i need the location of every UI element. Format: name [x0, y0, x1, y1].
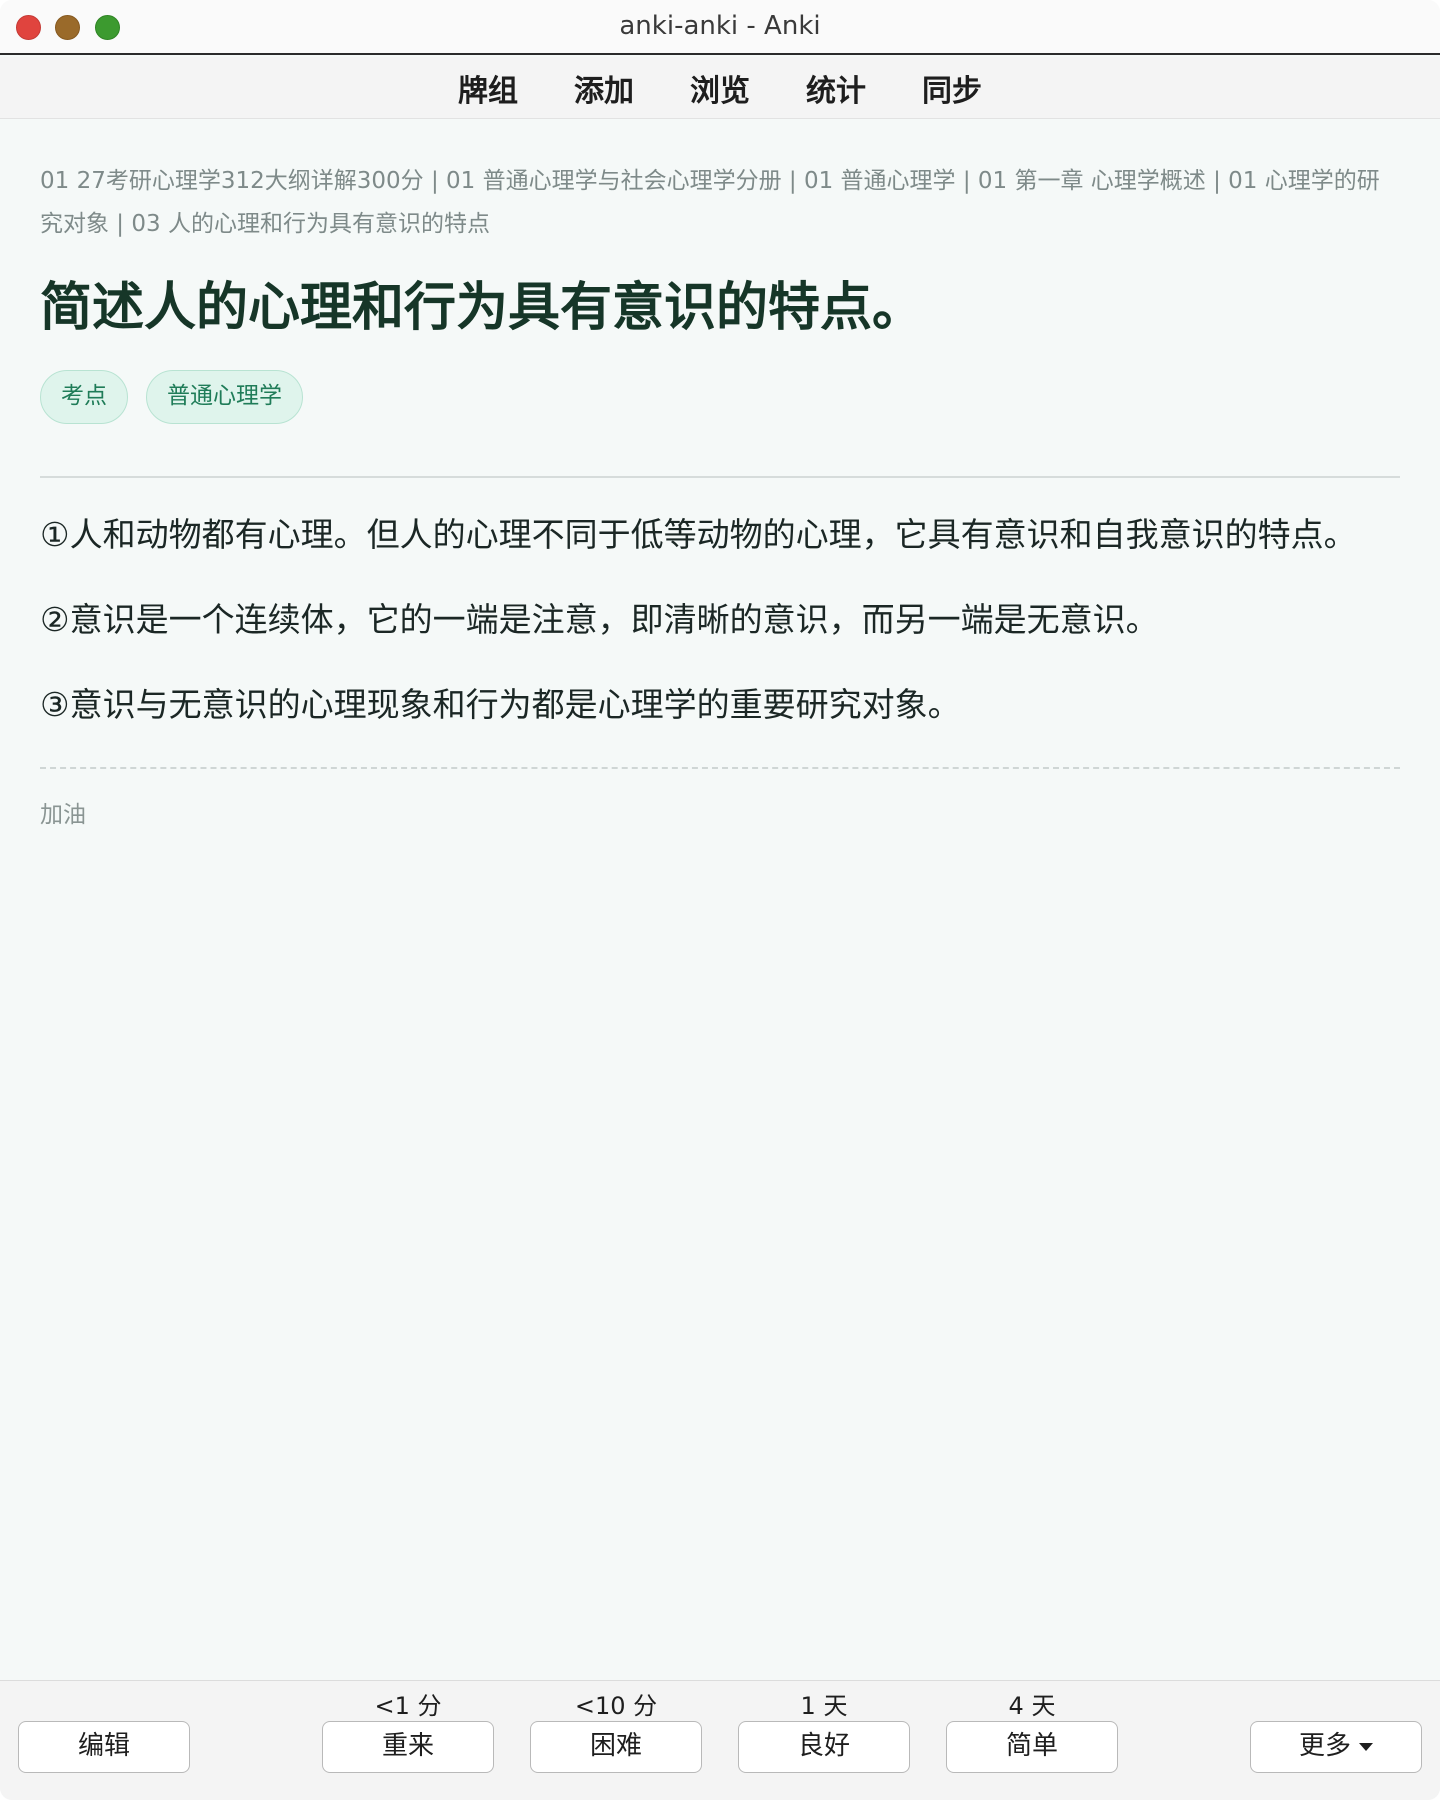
- answer-point: ②意识是一个连续体，它的一端是注意，即清晰的意识，而另一端是无意识。: [40, 600, 1159, 639]
- nav-add[interactable]: 添加: [546, 66, 662, 110]
- tag-chip: 考点: [40, 370, 128, 424]
- anki-window: anki-anki - Anki 牌组 添加 浏览 统计 同步 01 27考研心…: [0, 0, 1440, 1800]
- note-divider: [40, 767, 1400, 769]
- interval-easy: 4 天: [1008, 1692, 1056, 1720]
- interval-again: <1 分: [374, 1692, 442, 1720]
- review-bottom-bar: 编辑 <1 分 重来 <10 分 困难 1 天 良好 4 天 简单 更多: [0, 1680, 1440, 1800]
- nav-stats[interactable]: 统计: [778, 66, 894, 110]
- good-button[interactable]: 良好: [738, 1721, 910, 1773]
- more-button[interactable]: 更多: [1250, 1721, 1422, 1773]
- nav-decks[interactable]: 牌组: [430, 66, 546, 110]
- interval-good: 1 天: [800, 1692, 848, 1720]
- title-bar: anki-anki - Anki: [0, 0, 1440, 55]
- nav-browse[interactable]: 浏览: [662, 66, 778, 110]
- answer-point: ①人和动物都有心理。但人的心理不同于低等动物的心理，它具有意识和自我意识的特点。: [40, 515, 1357, 554]
- again-button[interactable]: 重来: [322, 1721, 494, 1773]
- window-title: anki-anki - Anki: [619, 11, 821, 41]
- answer-point: ③意识与无意识的心理现象和行为都是心理学的重要研究对象。: [40, 685, 961, 724]
- caret-down-icon: [1359, 1742, 1373, 1751]
- more-label: 更多: [1298, 1731, 1351, 1761]
- card-question: 简述人的心理和行为具有意识的特点。: [40, 278, 925, 338]
- top-nav: 牌组 添加 浏览 统计 同步: [0, 57, 1440, 119]
- answer-divider: [40, 476, 1400, 478]
- interval-hard: <10 分: [574, 1692, 658, 1720]
- edit-button[interactable]: 编辑: [18, 1721, 190, 1773]
- tag-chip: 普通心理学: [146, 370, 303, 424]
- nav-sync[interactable]: 同步: [894, 66, 1010, 110]
- deck-breadcrumb: 01 27考研心理学312大纲详解300分 | 01 普通心理学与社会心理学分册…: [40, 168, 1380, 237]
- hard-button[interactable]: 困难: [530, 1721, 702, 1773]
- tag-list: 考点 普通心理学: [40, 370, 1400, 424]
- easy-button[interactable]: 简单: [946, 1721, 1118, 1773]
- card-content: 01 27考研心理学312大纲详解300分 | 01 普通心理学与社会心理学分册…: [40, 160, 1400, 829]
- card-note: 加油: [40, 802, 86, 828]
- card-answer: ①人和动物都有心理。但人的心理不同于低等动物的心理，它具有意识和自我意识的特点。…: [40, 512, 1400, 728]
